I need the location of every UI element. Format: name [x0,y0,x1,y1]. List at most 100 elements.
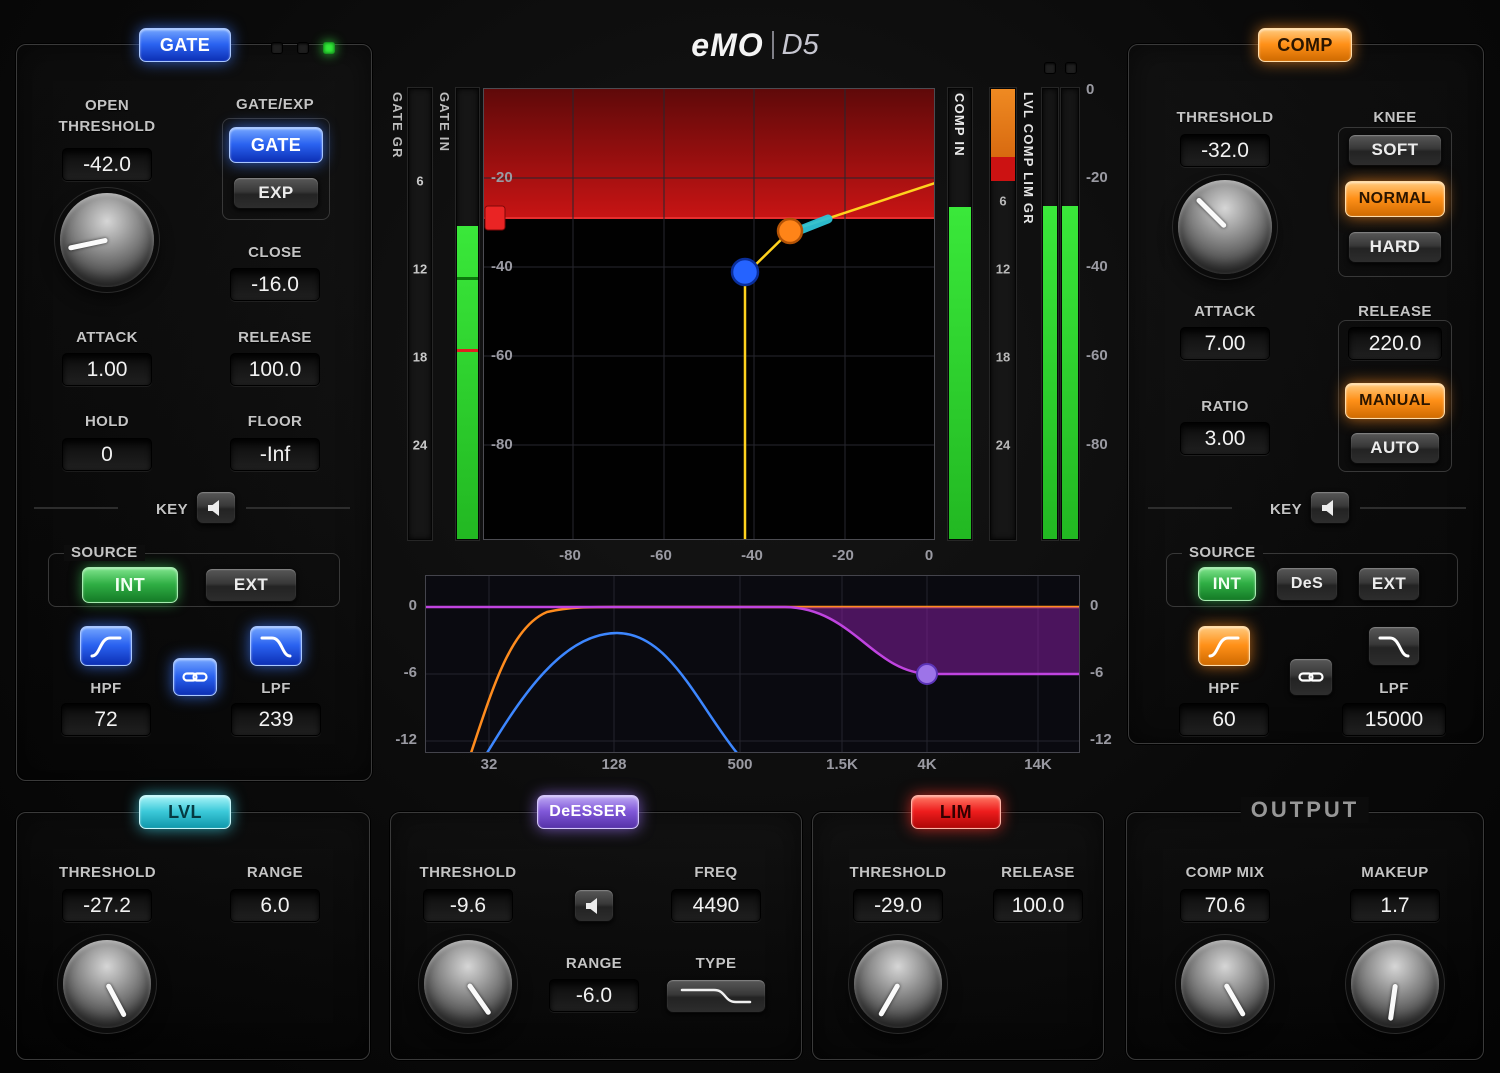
comp-source-int-button[interactable]: INT [1198,567,1256,601]
gate-hold-label: HOLD [84,413,130,430]
comp-threshold-label: THRESHOLD [1176,109,1274,126]
gate-hpf-value[interactable]: 72 [61,703,151,736]
lim-threshold-knob[interactable] [854,940,942,1028]
comp-hpf-label: HPF [1208,680,1240,697]
gate-source-label: SOURCE [64,545,145,561]
deesser-section-button[interactable]: DeESSER [537,795,639,829]
gate-section-button[interactable]: GATE [139,28,231,62]
lvl-section-button[interactable]: LVL [139,795,231,829]
knob-pointer [104,982,127,1018]
gate-filter-link-button[interactable] [173,658,217,696]
gate-hpf-button[interactable] [80,626,132,666]
gr-meter-orange-segment [991,89,1015,157]
comp-threshold-value[interactable]: -32.0 [1180,134,1270,167]
db-scale-tick: -40 [1086,258,1108,275]
knob-pointer [1387,983,1398,1021]
speaker-icon [208,499,219,516]
deesser-threshold-value[interactable]: -9.6 [423,889,513,922]
comp-release-auto-button[interactable]: AUTO [1350,432,1440,464]
output-makeup-label: MAKEUP [1361,864,1429,881]
gate-source-int-button[interactable]: INT [82,567,178,603]
comp-release-label: RELEASE [1358,303,1432,320]
comp-knee-hard-button[interactable]: HARD [1348,231,1442,263]
comp-attack-value[interactable]: 7.00 [1180,327,1270,360]
knob-pointer [67,237,108,251]
lim-threshold-value[interactable]: -29.0 [853,889,943,922]
comp-release-manual-button[interactable]: MANUAL [1345,383,1445,419]
gate-open-threshold-value[interactable]: -42.0 [62,148,152,181]
eq-db-tick: 0 [408,597,417,614]
key-filter-eq-graph[interactable] [425,575,1080,754]
comp-key-divider-left [1148,507,1232,509]
output-makeup-knob[interactable] [1351,940,1439,1028]
speaker-icon [586,897,597,914]
output-clip-led-left [1044,62,1056,74]
graph-x-tick: 0 [924,547,934,564]
lvl-range-value[interactable]: 6.0 [230,889,320,922]
meter-level-fill [1043,206,1057,539]
output-meter-right [1061,88,1079,540]
deesser-threshold-knob[interactable] [424,940,512,1028]
gate-hold-value[interactable]: 0 [62,438,152,471]
graph-x-tick: -40 [741,547,763,564]
comp-source-label: SOURCE [1182,545,1263,561]
comp-lpf-value[interactable]: 15000 [1342,703,1446,736]
shelf-filter-icon [680,988,752,1004]
comp-knee-soft-button[interactable]: SOFT [1348,134,1442,166]
deesser-range-value[interactable]: -6.0 [549,979,639,1012]
eq-freq-axis: 32 128 500 1.5K 4K 14K [425,757,1080,777]
eq-db-tick: -6 [403,664,417,681]
graph-x-tick: -80 [559,547,581,564]
deesser-freq-value[interactable]: 4490 [671,889,761,922]
comp-hpf-button[interactable] [1198,626,1250,666]
comp-release-value[interactable]: 220.0 [1348,327,1442,360]
comp-knee-normal-button[interactable]: NORMAL [1345,181,1445,217]
gate-lpf-button[interactable] [250,626,302,666]
comp-hpf-value[interactable]: 60 [1179,703,1269,736]
gate-lpf-value[interactable]: 239 [231,703,321,736]
logo-divider [771,31,774,59]
eq-freq-tick: 1.5K [826,756,858,773]
link-icon [182,672,208,682]
gate-mode-gate-button[interactable]: GATE [229,127,323,163]
deesser-monitor-button[interactable] [574,889,614,922]
gate-release-value[interactable]: 100.0 [230,353,320,386]
comp-lpf-button[interactable] [1368,626,1420,666]
output-makeup-value[interactable]: 1.7 [1350,889,1440,922]
graph-y-tick: -40 [491,258,513,275]
lvl-panel [16,812,370,1060]
lvl-threshold-value[interactable]: -27.2 [62,889,152,922]
dynamics-transfer-graph[interactable]: -20 -40 -60 -80 [483,88,936,540]
comp-section-button[interactable]: COMP [1258,28,1352,62]
gate-floor-value[interactable]: -Inf [230,438,320,471]
comp-filter-link-button[interactable] [1289,658,1333,696]
eq-db-tick: -6 [1090,664,1104,681]
comp-ratio-value[interactable]: 3.00 [1180,422,1270,455]
eq-freq-tick: 14K [1024,756,1052,773]
gate-close-label: CLOSE [248,244,302,261]
db-scale-tick: -20 [1086,169,1108,186]
lvl-comp-lim-gr-meter: 6 12 18 24 [990,88,1016,540]
lim-release-value[interactable]: 100.0 [993,889,1083,922]
comp-lpf-label: LPF [1379,680,1409,697]
lvl-threshold-knob[interactable] [63,940,151,1028]
output-comp-mix-value[interactable]: 70.6 [1180,889,1270,922]
gate-source-ext-button[interactable]: EXT [205,568,297,602]
comp-threshold-knob[interactable] [1178,180,1272,274]
output-comp-mix-knob[interactable] [1181,940,1269,1028]
comp-source-des-button[interactable]: DeS [1276,567,1338,601]
gate-key-monitor-button[interactable] [196,491,236,524]
meter-scale-number: 6 [416,173,424,189]
comp-source-ext-button[interactable]: EXT [1358,567,1420,601]
gate-attack-value[interactable]: 1.00 [62,353,152,386]
graph-x-tick: -20 [832,547,854,564]
lpf-filter-icon [260,636,292,658]
lim-section-button[interactable]: LIM [911,795,1001,829]
lvl-range-label: RANGE [246,864,304,881]
deesser-type-button[interactable] [666,979,766,1013]
comp-key-monitor-button[interactable] [1310,491,1350,524]
gate-led-1 [271,42,283,54]
gate-mode-exp-button[interactable]: EXP [233,177,319,209]
gate-close-value[interactable]: -16.0 [230,268,320,301]
gate-threshold-knob[interactable] [60,193,154,287]
